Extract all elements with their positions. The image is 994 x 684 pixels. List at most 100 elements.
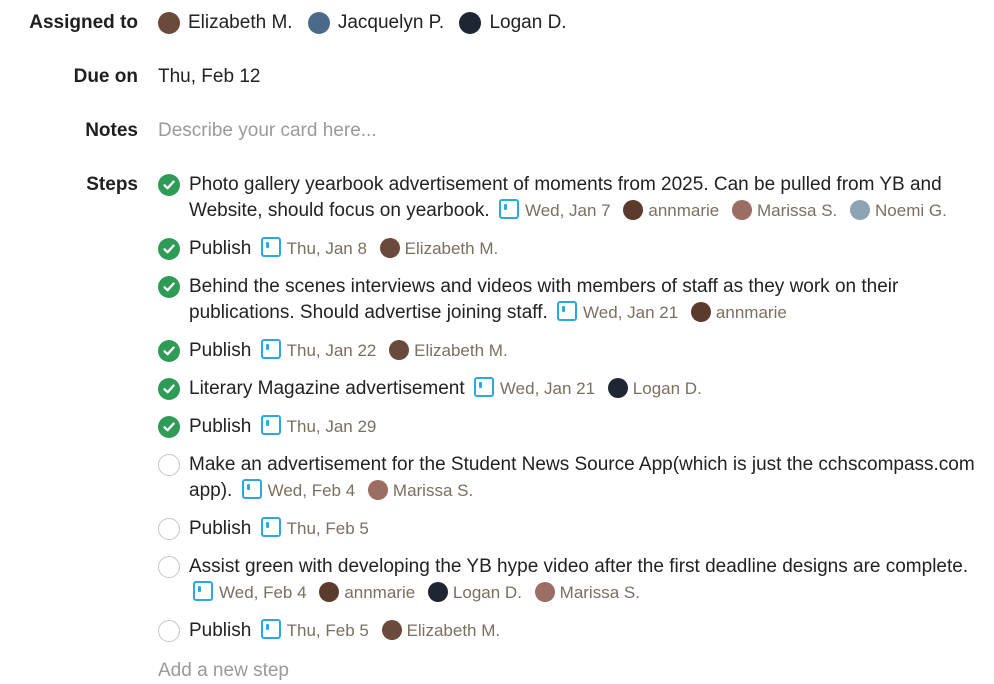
assignee-name: Logan D. bbox=[489, 12, 567, 33]
assignee-name: Jacquelyn P. bbox=[337, 12, 445, 33]
step-text[interactable]: Publish bbox=[189, 620, 251, 641]
avatar bbox=[319, 582, 340, 602]
assignee[interactable]: Elizabeth M. bbox=[158, 10, 293, 36]
step-assignee-name: Noemi G. bbox=[875, 201, 947, 220]
avatar bbox=[731, 200, 752, 220]
calendar-icon bbox=[260, 619, 281, 639]
steps-label: Steps bbox=[86, 174, 138, 195]
step-text[interactable]: Publish bbox=[189, 518, 251, 539]
step-item[interactable]: Publish Thu, Feb 5 Elizabeth M. bbox=[158, 618, 988, 644]
calendar-icon bbox=[557, 301, 578, 321]
step-item[interactable]: Behind the scenes interviews and videos … bbox=[158, 274, 988, 326]
step-date[interactable]: Thu, Feb 5 bbox=[287, 519, 369, 538]
step-text[interactable]: Literary Magazine advertisement bbox=[189, 378, 465, 399]
step-date[interactable]: Thu, Jan 22 bbox=[287, 341, 377, 360]
avatar bbox=[690, 302, 711, 322]
notes-input[interactable]: Describe your card here... bbox=[158, 118, 377, 144]
checkbox-icon[interactable] bbox=[158, 556, 180, 578]
avatar bbox=[307, 12, 330, 34]
calendar-icon bbox=[193, 581, 213, 601]
step-item[interactable]: Publish Thu, Jan 29 bbox=[158, 414, 988, 440]
due-label: Due on bbox=[73, 66, 138, 87]
step-assignee: Elizabeth M. bbox=[381, 620, 501, 640]
assignee-list[interactable]: Elizabeth M. Jacquelyn P. Logan D. bbox=[158, 10, 577, 42]
step-text[interactable]: Behind the scenes interviews and videos … bbox=[189, 276, 898, 323]
step-date[interactable]: Wed, Jan 21 bbox=[583, 303, 678, 322]
step-item[interactable]: Photo gallery yearbook advertisement of … bbox=[158, 172, 988, 224]
check-icon[interactable] bbox=[158, 378, 180, 400]
step-text[interactable]: Publish bbox=[189, 416, 251, 437]
step-assignee-name: Elizabeth M. bbox=[404, 239, 499, 258]
calendar-icon bbox=[498, 199, 519, 219]
step-assignee-name: Elizabeth M. bbox=[406, 621, 501, 640]
check-icon[interactable] bbox=[158, 276, 180, 298]
card-details: Assigned to Elizabeth M. Jacquelyn P. Lo… bbox=[0, 0, 994, 682]
step-assignee-name: Marissa S. bbox=[559, 583, 640, 602]
step-assignee: Elizabeth M. bbox=[389, 340, 508, 360]
assignee[interactable]: Jacquelyn P. bbox=[307, 10, 445, 36]
avatar bbox=[367, 480, 388, 500]
step-date[interactable]: Wed, Jan 21 bbox=[500, 379, 595, 398]
avatar bbox=[623, 200, 644, 220]
notes-row: Notes Describe your card here... bbox=[0, 118, 994, 144]
avatar bbox=[607, 378, 628, 398]
calendar-icon bbox=[260, 415, 281, 435]
step-assignee: Marissa S. bbox=[534, 582, 640, 602]
avatar bbox=[534, 582, 555, 602]
calendar-icon bbox=[473, 377, 494, 397]
step-text[interactable]: Assist green with developing the YB hype… bbox=[189, 556, 968, 577]
avatar bbox=[427, 582, 448, 602]
calendar-icon bbox=[260, 517, 281, 537]
step-assignee: Marissa S. bbox=[731, 200, 837, 220]
avatar bbox=[158, 12, 180, 34]
step-date[interactable]: Wed, Feb 4 bbox=[219, 583, 307, 602]
step-assignee-name: annmarie bbox=[648, 201, 720, 220]
avatar bbox=[389, 340, 410, 360]
avatar bbox=[379, 238, 400, 258]
calendar-icon bbox=[260, 339, 281, 359]
calendar-icon bbox=[260, 237, 281, 257]
notes-label: Notes bbox=[85, 120, 138, 141]
step-assignee-name: annmarie bbox=[344, 583, 416, 602]
step-date[interactable]: Thu, Jan 8 bbox=[287, 239, 367, 258]
assignee-name: Elizabeth M. bbox=[188, 12, 293, 33]
check-icon[interactable] bbox=[158, 340, 180, 362]
step-date[interactable]: Wed, Feb 4 bbox=[268, 481, 356, 500]
step-assignee: Noemi G. bbox=[850, 200, 947, 220]
check-icon[interactable] bbox=[158, 416, 180, 438]
assigned-row: Assigned to Elizabeth M. Jacquelyn P. Lo… bbox=[0, 10, 994, 42]
step-date[interactable]: Thu, Feb 5 bbox=[287, 621, 369, 640]
step-text[interactable]: Publish bbox=[189, 340, 251, 361]
step-item[interactable]: Literary Magazine advertisement Wed, Jan… bbox=[158, 376, 988, 402]
step-item[interactable]: Assist green with developing the YB hype… bbox=[158, 554, 988, 606]
avatar bbox=[381, 620, 402, 640]
step-date[interactable]: Wed, Jan 7 bbox=[525, 201, 611, 220]
checkbox-icon[interactable] bbox=[158, 620, 180, 642]
due-date-value[interactable]: Thu, Feb 12 bbox=[158, 64, 260, 90]
step-assignee-name: annmarie bbox=[715, 303, 787, 322]
step-text[interactable]: Publish bbox=[189, 238, 251, 259]
step-assignee: Logan D. bbox=[427, 582, 522, 602]
assigned-label: Assigned to bbox=[29, 12, 138, 33]
step-item[interactable]: Publish Thu, Jan 8 Elizabeth M. bbox=[158, 236, 988, 262]
check-icon[interactable] bbox=[158, 238, 180, 260]
step-assignee: Marissa S. bbox=[367, 480, 473, 500]
assignee[interactable]: Logan D. bbox=[459, 10, 567, 36]
step-date[interactable]: Thu, Jan 29 bbox=[287, 417, 377, 436]
due-row: Due on Thu, Feb 12 bbox=[0, 64, 994, 90]
step-assignee-name: Elizabeth M. bbox=[414, 341, 508, 360]
checkbox-icon[interactable] bbox=[158, 518, 180, 540]
avatar bbox=[459, 12, 482, 34]
step-item[interactable]: Publish Thu, Feb 5 bbox=[158, 516, 988, 542]
checkbox-icon[interactable] bbox=[158, 454, 180, 476]
step-assignee: Elizabeth M. bbox=[379, 238, 499, 258]
step-assignee-name: Logan D. bbox=[452, 583, 522, 602]
step-assignee: Logan D. bbox=[607, 378, 702, 398]
step-assignee: annmarie bbox=[623, 200, 720, 220]
step-item[interactable]: Publish Thu, Jan 22 Elizabeth M. bbox=[158, 338, 988, 364]
avatar bbox=[850, 200, 871, 220]
add-step-input[interactable]: Add a new step bbox=[158, 658, 289, 684]
step-item[interactable]: Make an advertisement for the Student Ne… bbox=[158, 452, 988, 504]
check-icon[interactable] bbox=[158, 174, 180, 196]
step-assignee: annmarie bbox=[319, 582, 416, 602]
